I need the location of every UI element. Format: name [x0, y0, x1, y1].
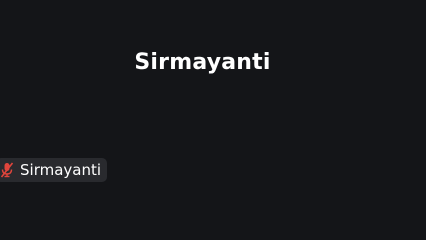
mic-muted-icon: [0, 162, 14, 178]
participant-name-display: Sirmayanti: [134, 50, 271, 75]
participant-tag-label: Sirmayanti: [20, 161, 102, 179]
video-tile[interactable]: Sirmayanti Sirmayanti: [0, 0, 426, 240]
participant-name-tag: Sirmayanti: [0, 158, 108, 182]
